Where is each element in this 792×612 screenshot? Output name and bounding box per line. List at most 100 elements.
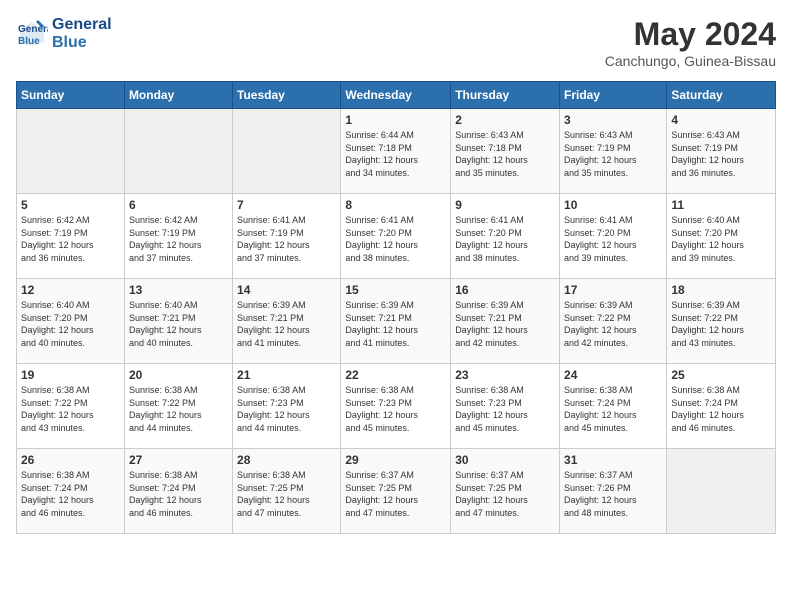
calendar-week-1: 1 Sunrise: 6:44 AM Sunset: 7:18 PM Daylig… (17, 109, 776, 194)
logo: General Blue General Blue (16, 16, 112, 51)
day-number: 31 (564, 453, 662, 467)
day-info: Sunrise: 6:37 AM Sunset: 7:25 PM Dayligh… (345, 469, 446, 519)
day-info: Sunrise: 6:38 AM Sunset: 7:25 PM Dayligh… (237, 469, 336, 519)
logo-blue: Blue (52, 34, 112, 52)
calendar-cell (124, 109, 232, 194)
calendar-cell (233, 109, 341, 194)
day-number: 8 (345, 198, 446, 212)
day-info: Sunrise: 6:38 AM Sunset: 7:23 PM Dayligh… (345, 384, 446, 434)
calendar-cell: 13Sunrise: 6:40 AM Sunset: 7:21 PM Dayli… (124, 279, 232, 364)
day-number: 11 (671, 198, 771, 212)
day-info: Sunrise: 6:39 AM Sunset: 7:21 PM Dayligh… (455, 299, 555, 349)
calendar-cell: 17Sunrise: 6:39 AM Sunset: 7:22 PM Dayli… (560, 279, 667, 364)
day-number: 25 (671, 368, 771, 382)
calendar-cell: 8Sunrise: 6:41 AM Sunset: 7:20 PM Daylig… (341, 194, 451, 279)
calendar-cell (667, 449, 776, 534)
calendar-cell: 6 Sunrise: 6:42 AM Sunset: 7:19 PM Daylig… (124, 194, 232, 279)
day-number: 9 (455, 198, 555, 212)
header-day-wednesday: Wednesday (341, 82, 451, 109)
day-number: 21 (237, 368, 336, 382)
day-number: 7 (237, 198, 336, 212)
day-number: 12 (21, 283, 120, 297)
day-info: Sunrise: 6:39 AM Sunset: 7:21 PM Dayligh… (345, 299, 446, 349)
calendar-cell: 28 Sunrise: 6:38 AM Sunset: 7:25 PM Dayli… (233, 449, 341, 534)
logo-general: General (52, 16, 112, 34)
calendar-cell: 30Sunrise: 6:37 AM Sunset: 7:25 PM Dayli… (451, 449, 560, 534)
day-number: 19 (21, 368, 120, 382)
title-block: May 2024 Canchungo, Guinea-Bissau (605, 16, 776, 69)
day-info: Sunrise: 6:39 AM Sunset: 7:22 PM Dayligh… (671, 299, 771, 349)
day-number: 1 (345, 113, 446, 127)
location-subtitle: Canchungo, Guinea-Bissau (605, 53, 776, 69)
day-number: 14 (237, 283, 336, 297)
day-info: Sunrise: 6:42 AM Sunset: 7:19 PM Dayligh… (21, 214, 120, 264)
day-info: Sunrise: 6:38 AM Sunset: 7:23 PM Dayligh… (237, 384, 336, 434)
svg-text:Blue: Blue (18, 36, 40, 47)
calendar-cell: 31Sunrise: 6:37 AM Sunset: 7:26 PM Dayli… (560, 449, 667, 534)
day-info: Sunrise: 6:43 AM Sunset: 7:18 PM Dayligh… (455, 129, 555, 179)
calendar-week-3: 12 Sunrise: 6:40 AM Sunset: 7:20 PM Dayli… (17, 279, 776, 364)
calendar-week-5: 26Sunrise: 6:38 AM Sunset: 7:24 PM Dayli… (17, 449, 776, 534)
day-number: 28 (237, 453, 336, 467)
day-number: 4 (671, 113, 771, 127)
calendar-table: SundayMondayTuesdayWednesdayThursdayFrid… (16, 81, 776, 534)
calendar-cell: 7Sunrise: 6:41 AM Sunset: 7:19 PM Daylig… (233, 194, 341, 279)
header-row: SundayMondayTuesdayWednesdayThursdayFrid… (17, 82, 776, 109)
calendar-cell: 22 Sunrise: 6:38 AM Sunset: 7:23 PM Dayli… (341, 364, 451, 449)
day-number: 5 (21, 198, 120, 212)
calendar-cell: 10 Sunrise: 6:41 AM Sunset: 7:20 PM Dayli… (560, 194, 667, 279)
calendar-cell: 29 Sunrise: 6:37 AM Sunset: 7:25 PM Dayli… (341, 449, 451, 534)
calendar-cell: 18 Sunrise: 6:39 AM Sunset: 7:22 PM Dayli… (667, 279, 776, 364)
logo-icon: General Blue (16, 18, 48, 50)
calendar-cell: 14 Sunrise: 6:39 AM Sunset: 7:21 PM Dayli… (233, 279, 341, 364)
calendar-cell: 16 Sunrise: 6:39 AM Sunset: 7:21 PM Dayli… (451, 279, 560, 364)
day-info: Sunrise: 6:37 AM Sunset: 7:25 PM Dayligh… (455, 469, 555, 519)
calendar-cell: 12 Sunrise: 6:40 AM Sunset: 7:20 PM Dayli… (17, 279, 125, 364)
calendar-cell: 3 Sunrise: 6:43 AM Sunset: 7:19 PM Daylig… (560, 109, 667, 194)
header-day-saturday: Saturday (667, 82, 776, 109)
day-info: Sunrise: 6:44 AM Sunset: 7:18 PM Dayligh… (345, 129, 446, 179)
calendar-cell: 2 Sunrise: 6:43 AM Sunset: 7:18 PM Daylig… (451, 109, 560, 194)
header-day-friday: Friday (560, 82, 667, 109)
day-number: 2 (455, 113, 555, 127)
calendar-cell: 20Sunrise: 6:38 AM Sunset: 7:22 PM Dayli… (124, 364, 232, 449)
day-number: 16 (455, 283, 555, 297)
calendar-cell: 23 Sunrise: 6:38 AM Sunset: 7:23 PM Dayli… (451, 364, 560, 449)
day-number: 24 (564, 368, 662, 382)
day-info: Sunrise: 6:41 AM Sunset: 7:20 PM Dayligh… (455, 214, 555, 264)
day-info: Sunrise: 6:38 AM Sunset: 7:23 PM Dayligh… (455, 384, 555, 434)
header-day-thursday: Thursday (451, 82, 560, 109)
day-info: Sunrise: 6:41 AM Sunset: 7:20 PM Dayligh… (564, 214, 662, 264)
header-day-sunday: Sunday (17, 82, 125, 109)
day-number: 6 (129, 198, 228, 212)
day-info: Sunrise: 6:40 AM Sunset: 7:20 PM Dayligh… (671, 214, 771, 264)
day-number: 29 (345, 453, 446, 467)
day-info: Sunrise: 6:38 AM Sunset: 7:24 PM Dayligh… (129, 469, 228, 519)
day-info: Sunrise: 6:38 AM Sunset: 7:24 PM Dayligh… (564, 384, 662, 434)
calendar-body: 1 Sunrise: 6:44 AM Sunset: 7:18 PM Daylig… (17, 109, 776, 534)
calendar-cell: 9 Sunrise: 6:41 AM Sunset: 7:20 PM Daylig… (451, 194, 560, 279)
calendar-cell: 15 Sunrise: 6:39 AM Sunset: 7:21 PM Dayli… (341, 279, 451, 364)
day-number: 22 (345, 368, 446, 382)
calendar-cell: 5 Sunrise: 6:42 AM Sunset: 7:19 PM Daylig… (17, 194, 125, 279)
day-info: Sunrise: 6:43 AM Sunset: 7:19 PM Dayligh… (564, 129, 662, 179)
calendar-cell: 21 Sunrise: 6:38 AM Sunset: 7:23 PM Dayli… (233, 364, 341, 449)
day-info: Sunrise: 6:38 AM Sunset: 7:24 PM Dayligh… (671, 384, 771, 434)
day-number: 10 (564, 198, 662, 212)
day-number: 3 (564, 113, 662, 127)
day-info: Sunrise: 6:39 AM Sunset: 7:21 PM Dayligh… (237, 299, 336, 349)
day-number: 18 (671, 283, 771, 297)
calendar-cell: 11 Sunrise: 6:40 AM Sunset: 7:20 PM Dayli… (667, 194, 776, 279)
calendar-cell (17, 109, 125, 194)
calendar-cell: 27Sunrise: 6:38 AM Sunset: 7:24 PM Dayli… (124, 449, 232, 534)
calendar-cell: 26Sunrise: 6:38 AM Sunset: 7:24 PM Dayli… (17, 449, 125, 534)
day-info: Sunrise: 6:42 AM Sunset: 7:19 PM Dayligh… (129, 214, 228, 264)
day-number: 15 (345, 283, 446, 297)
calendar-header: SundayMondayTuesdayWednesdayThursdayFrid… (17, 82, 776, 109)
header-day-tuesday: Tuesday (233, 82, 341, 109)
day-number: 23 (455, 368, 555, 382)
day-info: Sunrise: 6:40 AM Sunset: 7:20 PM Dayligh… (21, 299, 120, 349)
calendar-cell: 25 Sunrise: 6:38 AM Sunset: 7:24 PM Dayli… (667, 364, 776, 449)
day-number: 17 (564, 283, 662, 297)
calendar-cell: 24 Sunrise: 6:38 AM Sunset: 7:24 PM Dayli… (560, 364, 667, 449)
